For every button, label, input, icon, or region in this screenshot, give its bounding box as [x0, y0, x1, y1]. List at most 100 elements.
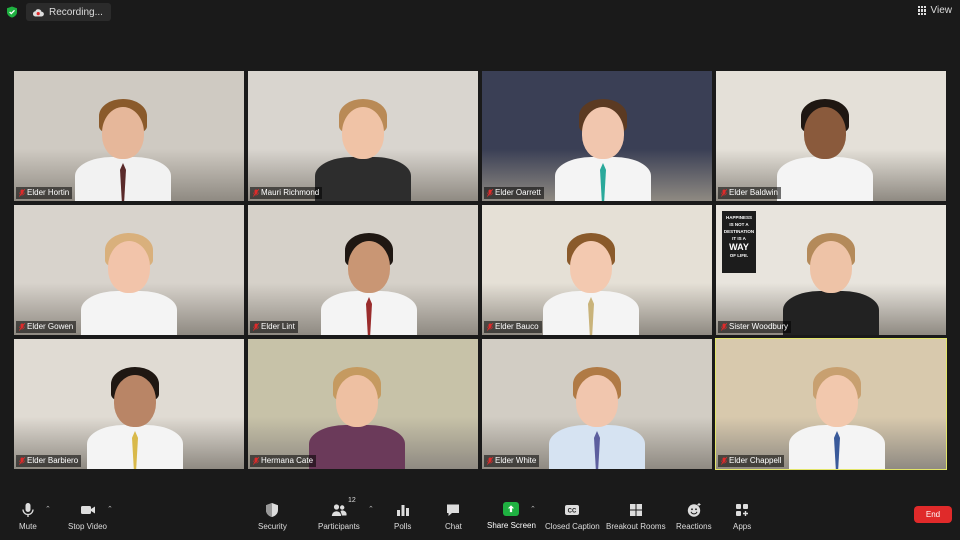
- security-label: Security: [258, 522, 287, 531]
- mute-options-caret[interactable]: ⌃: [45, 505, 51, 513]
- mute-button[interactable]: Mute: [19, 502, 37, 531]
- participants-count: 12: [348, 497, 356, 504]
- video-gallery: Elder Hortin Mauri Richmond Elder Oarrett E…: [14, 71, 947, 470]
- participant-name: Elder Baldwin: [729, 188, 778, 197]
- apps-button[interactable]: Apps: [733, 502, 751, 531]
- video-options-caret[interactable]: ⌃: [107, 505, 113, 513]
- participant-video-tile[interactable]: Elder Chappell: [715, 338, 947, 470]
- participant-video-tile[interactable]: HAPPINESS IS NOT A DESTINATION IT IS A WAY OF…: [716, 205, 946, 335]
- grid-view-icon: [917, 6, 927, 15]
- closed-caption-label: Closed Caption: [545, 522, 600, 531]
- person-torso: [783, 291, 879, 335]
- share-screen-icon: [503, 502, 520, 516]
- view-label: View: [930, 5, 953, 16]
- participant-name: Sister Woodbury: [729, 322, 788, 331]
- participants-label: Participants: [318, 522, 360, 531]
- participant-name: Mauri Richmond: [261, 188, 320, 197]
- participant-name: Elder Hortin: [27, 188, 70, 197]
- video-feed: [14, 205, 244, 335]
- muted-mic-icon: [253, 457, 259, 465]
- muted-mic-icon: [487, 323, 493, 331]
- bar-chart-icon: [396, 505, 409, 516]
- person-face: [816, 375, 858, 427]
- share-options-caret[interactable]: ⌃: [530, 505, 536, 513]
- participant-video-tile[interactable]: Elder Hortin: [14, 71, 244, 201]
- polls-button[interactable]: Polls: [394, 502, 411, 531]
- participant-video-tile[interactable]: Elder Barbiero: [14, 339, 244, 469]
- participant-name: Hermana Cate: [261, 456, 314, 465]
- person-torso: [777, 157, 873, 201]
- person-face: [342, 107, 384, 159]
- participant-video-tile[interactable]: Elder Baldwin: [716, 71, 946, 201]
- smiley-icon: [687, 503, 701, 517]
- participant-name: Elder Gowen: [27, 322, 74, 331]
- breakout-rooms-button[interactable]: Breakout Rooms: [606, 502, 666, 531]
- apps-label: Apps: [733, 522, 752, 531]
- end-meeting-button[interactable]: End: [914, 506, 952, 523]
- participant-video-tile[interactable]: Elder Lint: [248, 205, 478, 335]
- view-button[interactable]: View: [917, 5, 953, 16]
- chat-label: Chat: [445, 522, 462, 531]
- participant-video-tile[interactable]: Mauri Richmond: [248, 71, 478, 201]
- participant-name-label: Sister Woodbury: [718, 321, 791, 333]
- closed-caption-button[interactable]: CC Closed Caption: [545, 502, 600, 531]
- reactions-button[interactable]: Reactions: [676, 502, 712, 531]
- polls-label: Polls: [394, 522, 412, 531]
- mute-label: Mute: [19, 522, 37, 531]
- poster-text-line: DESTINATION: [723, 229, 755, 234]
- muted-mic-icon: [253, 323, 259, 331]
- person-face: [804, 107, 846, 159]
- participant-video-tile[interactable]: Elder Gowen: [14, 205, 244, 335]
- participant-name-label: Elder Bauco: [484, 321, 542, 333]
- participant-name-label: Hermana Cate: [250, 455, 317, 467]
- person-face: [576, 375, 618, 427]
- breakout-rooms-icon: [629, 504, 642, 516]
- wall-poster: HAPPINESS IS NOT A DESTINATION IT IS A WAY OF…: [722, 211, 756, 273]
- participant-video-tile[interactable]: Elder Bauco: [482, 205, 712, 335]
- participant-name-label: Elder Barbiero: [16, 455, 82, 467]
- cloud-recording-icon: [32, 8, 44, 16]
- video-feed: [14, 339, 244, 469]
- chat-button[interactable]: Chat: [445, 502, 462, 531]
- end-label: End: [925, 510, 941, 519]
- participant-name-label: Elder Baldwin: [718, 187, 781, 199]
- meeting-toolbar: Mute ⌃ Stop Video ⌃ Security Participant…: [0, 492, 960, 540]
- recording-indicator[interactable]: Recording...: [26, 3, 111, 21]
- video-feed: [248, 71, 478, 201]
- stop-video-button[interactable]: Stop Video: [68, 502, 107, 531]
- share-screen-label: Share Screen: [487, 521, 536, 530]
- recording-label: Recording...: [49, 6, 103, 18]
- participants-icon: [331, 504, 347, 516]
- participant-name: Elder Bauco: [495, 322, 539, 331]
- participant-name-label: Elder Oarrett: [484, 187, 544, 199]
- video-feed: [482, 205, 712, 335]
- participant-video-tile[interactable]: Elder Oarrett: [482, 71, 712, 201]
- muted-mic-icon: [19, 457, 25, 465]
- participants-options-caret[interactable]: ⌃: [368, 505, 374, 513]
- participant-video-tile[interactable]: Elder White: [482, 339, 712, 469]
- security-button[interactable]: Security: [258, 502, 287, 531]
- security-shield-icon: [7, 6, 17, 18]
- participant-video-tile[interactable]: Hermana Cate: [248, 339, 478, 469]
- participant-name: Elder Barbiero: [27, 456, 79, 465]
- svg-text:CC: CC: [568, 509, 577, 515]
- breakout-rooms-label: Breakout Rooms: [606, 522, 666, 531]
- person-torso: [315, 157, 411, 201]
- poster-text-line: WAY: [729, 242, 749, 252]
- person-face: [570, 241, 612, 293]
- participants-button[interactable]: Participants: [318, 502, 360, 531]
- video-feed: [14, 71, 244, 201]
- person-torso: [81, 291, 177, 335]
- person-face: [582, 107, 624, 159]
- person-face: [810, 241, 852, 293]
- video-feed: [482, 339, 712, 469]
- muted-mic-icon: [487, 457, 493, 465]
- apps-icon: [736, 504, 749, 516]
- participant-name-label: Elder Chappell: [718, 455, 785, 467]
- video-feed: [248, 339, 478, 469]
- reactions-label: Reactions: [676, 522, 712, 531]
- participant-name: Elder White: [495, 456, 537, 465]
- share-screen-button[interactable]: Share Screen: [487, 502, 536, 530]
- poster-text-line: IS NOT A: [729, 222, 749, 227]
- muted-mic-icon: [721, 457, 727, 465]
